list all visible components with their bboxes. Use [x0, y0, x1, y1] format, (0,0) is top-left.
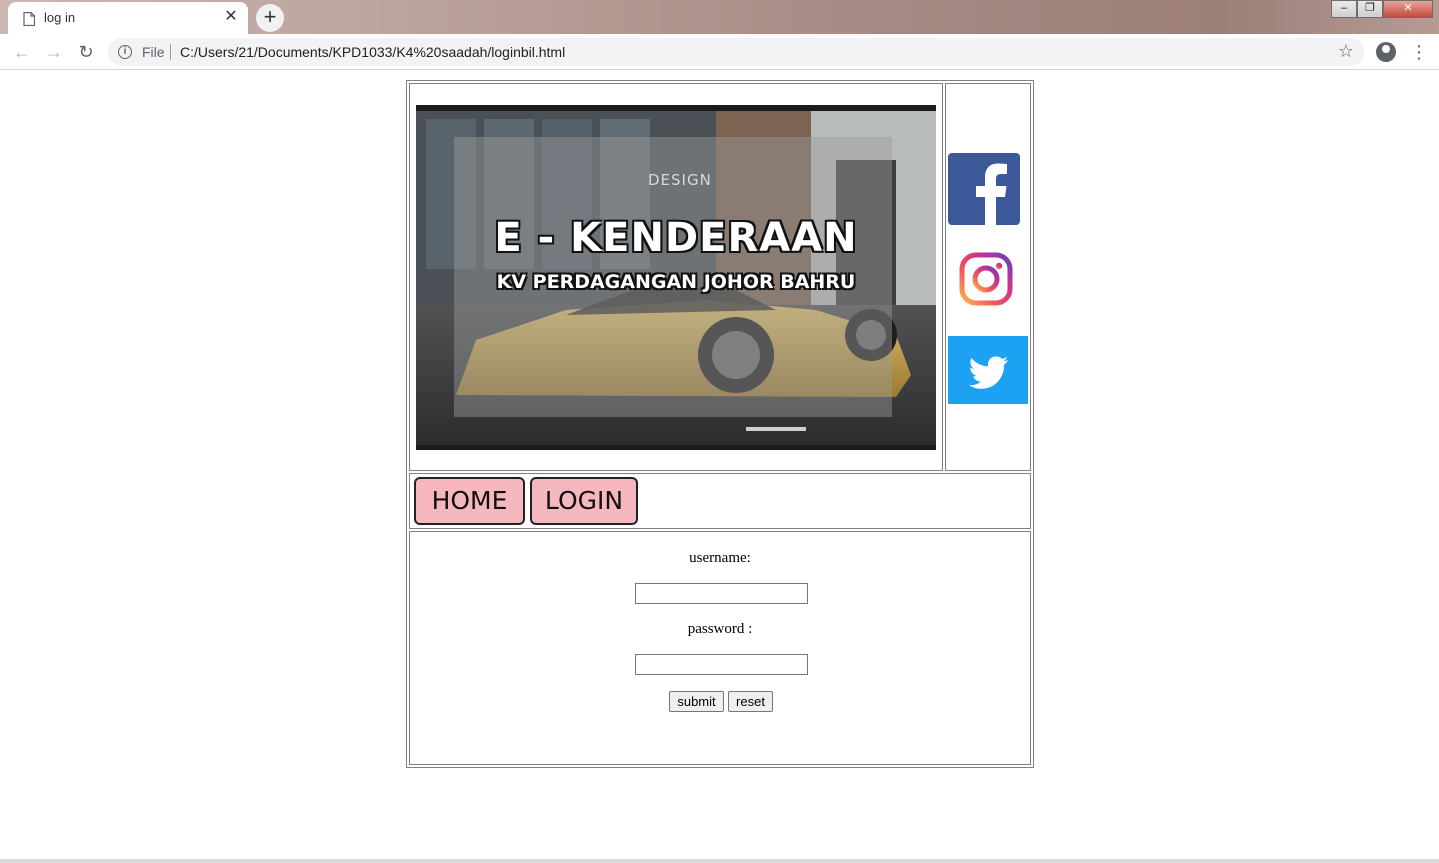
banner-subtitle: KV PERDAGANGAN JOHOR BAHRU [496, 271, 856, 293]
account-icon[interactable] [1376, 42, 1396, 62]
social-cell [945, 83, 1031, 471]
window-controls: – ❐ ✕ [1331, 0, 1435, 18]
facebook-icon[interactable] [948, 153, 1020, 225]
address-divider [170, 44, 171, 60]
username-input[interactable] [635, 583, 808, 604]
login-button[interactable]: LOGIN [530, 477, 638, 525]
submit-button[interactable]: submit [669, 691, 724, 712]
minimize-button[interactable]: – [1331, 0, 1357, 18]
reset-button[interactable]: reset [728, 691, 773, 712]
instagram-icon[interactable] [959, 252, 1013, 306]
menu-icon[interactable]: ⋮ [1410, 40, 1428, 64]
password-label: password : [687, 621, 753, 637]
tab-close-icon[interactable]: ✕ [222, 8, 240, 26]
info-icon[interactable]: i [118, 45, 132, 59]
url-text[interactable]: C:/Users/21/Documents/KPD1033/K4%20saada… [180, 44, 565, 60]
address-bar[interactable]: i File C:/Users/21/Documents/KPD1033/K4%… [108, 38, 1364, 66]
nav-cell: HOME LOGIN [409, 473, 1031, 529]
new-tab-button[interactable]: + [256, 4, 284, 32]
twitter-icon[interactable] [948, 336, 1028, 404]
taskbar-edge [0, 859, 1439, 863]
browser-toolbar: ← → ↻ i File C:/Users/21/Documents/KPD10… [0, 34, 1439, 70]
reload-icon[interactable]: ↻ [74, 40, 98, 64]
banner-watermark: DESIGN [648, 171, 712, 189]
maximize-button[interactable]: ❐ [1357, 0, 1383, 18]
home-button[interactable]: HOME [414, 477, 525, 525]
browser-tab[interactable]: log in ✕ [8, 2, 248, 34]
layout-table: DESIGN E - KENDERAAN KV PERDAGANGAN JOHO… [406, 80, 1034, 768]
login-form-cell: username: password : submit reset [409, 531, 1031, 765]
password-input[interactable] [635, 654, 808, 675]
browser-titlebar: log in ✕ + – ❐ ✕ [0, 0, 1439, 34]
file-icon [23, 12, 35, 26]
banner-cell: DESIGN E - KENDERAAN KV PERDAGANGAN JOHO… [409, 83, 943, 471]
banner-image: DESIGN E - KENDERAAN KV PERDAGANGAN JOHO… [416, 105, 936, 450]
close-window-button[interactable]: ✕ [1383, 0, 1433, 18]
tab-title: log in [44, 10, 76, 25]
page-content: DESIGN E - KENDERAAN KV PERDAGANGAN JOHO… [0, 71, 1439, 859]
back-arrow-icon[interactable]: ← [10, 40, 34, 64]
banner-title: E - KENDERAAN [494, 215, 858, 261]
bookmark-star-icon[interactable]: ☆ [1338, 41, 1354, 62]
forward-arrow-icon[interactable]: → [42, 40, 66, 64]
scheme-label: File [142, 44, 165, 60]
username-label: username: [689, 550, 751, 566]
